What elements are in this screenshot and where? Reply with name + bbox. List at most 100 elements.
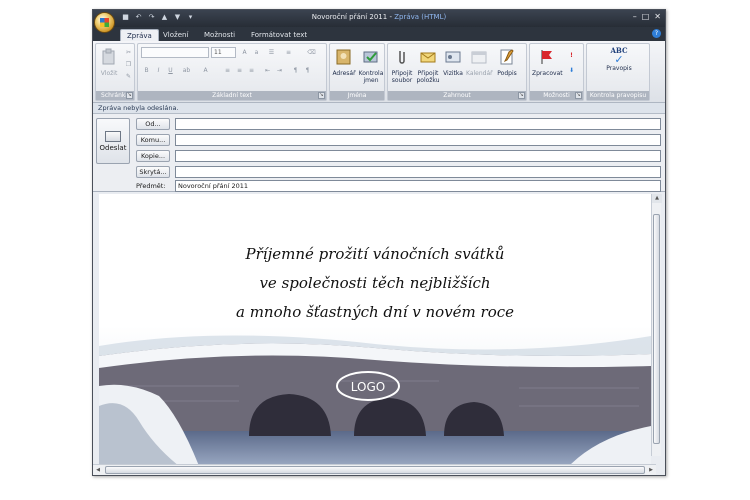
align-left-icon[interactable]: ≡	[222, 65, 233, 76]
message-body[interactable]: Příjemné prožití vánočních svátků ve spo…	[99, 194, 651, 464]
send-envelope-icon	[105, 131, 121, 142]
decrease-indent-icon[interactable]: ⇤	[262, 65, 273, 76]
ribbon-tabs: Zpráva Vložení Možnosti Formátovat text …	[93, 27, 665, 41]
subject-field[interactable]: Novoroční přání 2011	[175, 180, 661, 192]
logo-text: LOGO	[351, 380, 385, 394]
bcc-button[interactable]: Skrytá...	[136, 166, 170, 178]
info-bar: Zpráva nebyla odeslána.	[93, 103, 665, 114]
shrink-font-icon[interactable]: a	[251, 47, 262, 58]
increase-indent-icon[interactable]: ⇥	[274, 65, 285, 76]
follow-up-button[interactable]: Zpracovat	[532, 48, 563, 77]
group-options: Zpracovat ! ⬇ Možnosti ↘	[529, 43, 584, 101]
format-painter-icon[interactable]: ✎	[123, 71, 134, 82]
options-launcher-icon[interactable]: ↘	[575, 92, 582, 99]
subject-label: Předmět:	[136, 182, 166, 190]
attach-file-button[interactable]: Připojit soubor	[390, 48, 414, 84]
high-importance-icon[interactable]: !	[566, 50, 577, 61]
greeting-text: Příjemné prožití vánočních svátků ve spo…	[99, 240, 651, 327]
group-label-names: Jména	[330, 91, 384, 100]
horizontal-scrollbar[interactable]: ◀ ▶	[93, 464, 656, 475]
scroll-left-icon[interactable]: ◀	[93, 465, 103, 475]
group-basic-text: 11 A a ☰ ≡ ⌫ B I U ab A ≡ ≡ ≡ ⇤ ⇥ ¶ ¶ Zá…	[137, 43, 327, 101]
numbering-icon[interactable]: ≡	[283, 47, 294, 58]
envelope-icon	[420, 52, 436, 63]
underline-icon[interactable]: U	[165, 65, 176, 76]
italic-icon[interactable]: I	[153, 65, 164, 76]
close-icon[interactable]: ✕	[654, 12, 661, 21]
help-icon[interactable]: ?	[652, 29, 661, 38]
business-card-button[interactable]: Vizitka	[442, 48, 464, 77]
group-clipboard: Vložit ✂ ❐ ✎ Schránka ↘	[95, 43, 135, 101]
cc-field[interactable]	[175, 150, 661, 162]
message-header: Odeslat Od... Komu... Kopie... Skrytá...…	[93, 114, 665, 192]
send-button[interactable]: Odeslat	[96, 118, 130, 164]
greeting-line: a mnoho šťastných dní v novém roce	[235, 303, 515, 321]
winter-bridge-image: LOGO	[99, 326, 651, 464]
title-bar: ■ ↶ ↷ ▲ ▼ ▾ Novoroční přání 2011 - Zpráv…	[93, 10, 665, 27]
window-title: Novoroční přání 2011 - Zpráva (HTML)	[311, 13, 447, 21]
ltr-icon[interactable]: ¶	[290, 65, 301, 76]
address-book-icon	[336, 49, 351, 65]
rtl-icon[interactable]: ¶	[302, 65, 313, 76]
from-field[interactable]	[175, 118, 661, 130]
to-field[interactable]	[175, 134, 661, 146]
include-launcher-icon[interactable]: ↘	[518, 92, 525, 99]
calendar-button[interactable]: Kalendář	[466, 48, 493, 77]
highlight-icon[interactable]: ab	[181, 65, 192, 76]
checkmark-icon: ✓	[614, 53, 624, 66]
copy-icon[interactable]: ❐	[123, 59, 134, 70]
signature-button[interactable]: Podpis	[494, 48, 520, 77]
bullets-icon[interactable]: ☰	[266, 47, 277, 58]
calendar-icon	[471, 51, 487, 64]
outlook-compose-window: ■ ↶ ↷ ▲ ▼ ▾ Novoroční přání 2011 - Zpráv…	[92, 9, 666, 476]
align-right-icon[interactable]: ≡	[246, 65, 257, 76]
bold-icon[interactable]: B	[141, 65, 152, 76]
spelling-button[interactable]: ABC ✓ Pravopis	[599, 47, 639, 72]
check-names-button[interactable]: Kontrola jmen	[358, 48, 384, 84]
tab-formatovat-text[interactable]: Formátovat text	[245, 29, 313, 41]
font-color-icon[interactable]: A	[200, 65, 211, 76]
to-button[interactable]: Komu...	[136, 134, 170, 146]
attach-item-button[interactable]: Připojit položku	[415, 48, 441, 84]
window-controls: – □ ✕	[633, 12, 661, 21]
clear-formatting-icon[interactable]: ⌫	[306, 47, 317, 58]
vertical-scrollbar[interactable]: ▲	[651, 194, 662, 456]
minimize-icon[interactable]: –	[633, 12, 637, 21]
align-center-icon[interactable]: ≡	[234, 65, 245, 76]
basic-text-launcher-icon[interactable]: ↘	[318, 92, 325, 99]
grow-font-icon[interactable]: A	[239, 47, 250, 58]
greeting-line: ve společnosti těch nejbližších	[259, 274, 491, 292]
font-name-combo[interactable]	[141, 47, 209, 58]
clipboard-launcher-icon[interactable]: ↘	[126, 92, 133, 99]
paste-icon	[102, 48, 115, 65]
maximize-icon[interactable]: □	[642, 12, 650, 21]
group-proofing: ABC ✓ Pravopis Kontrola pravopisu	[586, 43, 650, 101]
group-include: Připojit soubor Připojit položku Vizitka K…	[387, 43, 527, 101]
check-names-icon	[363, 51, 378, 63]
address-book-button[interactable]: Adresář	[332, 48, 356, 77]
group-label-proofing: Kontrola pravopisu	[587, 91, 649, 100]
ribbon: Vložit ✂ ❐ ✎ Schránka ↘ 11 A a ☰ ≡ ⌫ B I…	[93, 41, 665, 103]
greeting-line: Příjemné prožití vánočních svátků	[245, 245, 505, 263]
vertical-scroll-thumb[interactable]	[653, 214, 660, 444]
flag-icon	[541, 50, 552, 64]
business-card-icon	[445, 51, 461, 63]
office-button[interactable]	[94, 12, 115, 33]
group-names: Adresář Kontrola jmen Jména	[329, 43, 385, 101]
paste-button[interactable]: Vložit	[98, 48, 120, 77]
cc-button[interactable]: Kopie...	[136, 150, 170, 162]
low-importance-icon[interactable]: ⬇	[566, 65, 577, 76]
scroll-up-icon[interactable]: ▲	[652, 194, 662, 203]
bcc-field[interactable]	[175, 166, 661, 178]
tab-vlozeni[interactable]: Vložení	[157, 29, 194, 41]
signature-icon	[500, 49, 514, 65]
horizontal-scroll-thumb[interactable]	[105, 466, 645, 474]
group-label-include: Zahrnout	[388, 91, 526, 100]
font-size-combo[interactable]: 11	[211, 47, 236, 58]
paperclip-icon	[399, 51, 405, 64]
tab-zprava[interactable]: Zpráva	[120, 29, 159, 41]
tab-moznosti[interactable]: Možnosti	[198, 29, 241, 41]
from-button[interactable]: Od...	[136, 118, 170, 130]
cut-icon[interactable]: ✂	[123, 47, 134, 58]
scroll-right-icon[interactable]: ▶	[646, 465, 656, 475]
